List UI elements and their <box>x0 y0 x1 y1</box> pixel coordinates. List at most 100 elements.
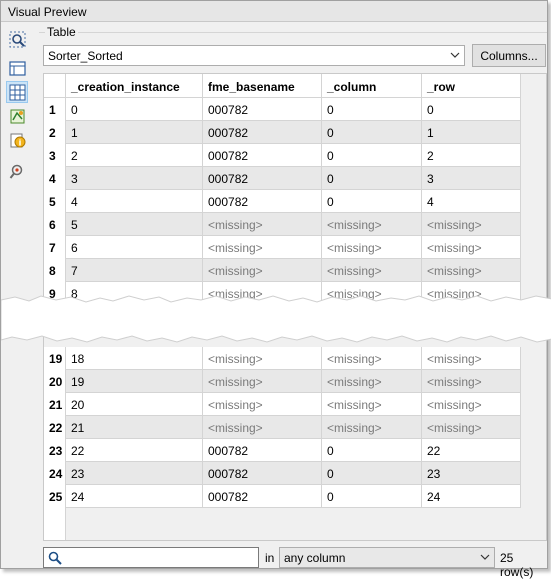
column-header[interactable]: fme_basename <box>203 74 322 98</box>
feature-info-icon[interactable]: i <box>6 129 28 151</box>
table-row[interactable]: 22 21 <missing> <missing> <missing> <box>44 416 521 439</box>
row-number[interactable]: 25 <box>44 485 66 508</box>
table-cell[interactable]: <missing> <box>322 213 422 236</box>
table-cell[interactable]: 22 <box>66 439 203 462</box>
table-row[interactable]: 1 0 000782 0 0 <box>44 98 521 121</box>
table-cell[interactable]: 19 <box>66 370 203 393</box>
table-cell[interactable]: 6 <box>66 236 203 259</box>
table-row[interactable]: 19 18 <missing> <missing> <missing> <box>44 347 521 370</box>
table-cell[interactable]: 23 <box>66 462 203 485</box>
row-number[interactable]: 20 <box>44 370 66 393</box>
column-header[interactable]: _row <box>422 74 521 98</box>
table-cell[interactable]: 5 <box>66 213 203 236</box>
table-cell[interactable]: <missing> <box>422 259 521 282</box>
table-cell[interactable]: 000782 <box>203 167 322 190</box>
table-cell[interactable]: <missing> <box>203 347 322 370</box>
search-field[interactable] <box>43 547 259 568</box>
table-cell[interactable]: 000782 <box>203 98 322 121</box>
table-cell[interactable]: <missing> <box>422 370 521 393</box>
table-cell[interactable]: 22 <box>422 439 521 462</box>
table-selector[interactable]: Sorter_Sorted <box>43 45 465 66</box>
table-cell[interactable]: 4 <box>66 190 203 213</box>
table-cell[interactable]: 2 <box>66 144 203 167</box>
row-number[interactable]: 6 <box>44 213 66 236</box>
table-cell[interactable]: <missing> <box>422 347 521 370</box>
row-number[interactable]: 21 <box>44 393 66 416</box>
table-cell[interactable]: <missing> <box>322 347 422 370</box>
table-cell[interactable]: <missing> <box>422 393 521 416</box>
column-filter-select[interactable]: any column <box>279 547 495 568</box>
graphics-view-icon[interactable] <box>6 105 28 127</box>
table-cell[interactable]: 0 <box>322 121 422 144</box>
table-cell[interactable]: 000782 <box>203 462 322 485</box>
table-view-icon[interactable] <box>6 57 28 79</box>
table-cell[interactable]: 000782 <box>203 439 322 462</box>
table-cell[interactable]: 24 <box>422 485 521 508</box>
grid-view-icon[interactable] <box>6 81 28 103</box>
row-number[interactable]: 24 <box>44 462 66 485</box>
column-header[interactable]: _column <box>322 74 422 98</box>
table-cell[interactable]: 0 <box>322 144 422 167</box>
table-cell[interactable]: 000782 <box>203 144 322 167</box>
table-cell[interactable]: 21 <box>66 416 203 439</box>
row-number[interactable]: 19 <box>44 347 66 370</box>
table-row[interactable]: 6 5 <missing> <missing> <missing> <box>44 213 521 236</box>
table-cell[interactable]: 24 <box>66 485 203 508</box>
table-cell[interactable]: <missing> <box>203 259 322 282</box>
table-cell[interactable]: 20 <box>66 393 203 416</box>
table-cell[interactable]: <missing> <box>203 370 322 393</box>
table-cell[interactable]: 1 <box>66 121 203 144</box>
table-cell[interactable]: 4 <box>422 190 521 213</box>
table-cell[interactable]: 2 <box>422 144 521 167</box>
table-cell[interactable]: 0 <box>322 167 422 190</box>
table-cell[interactable]: 3 <box>422 167 521 190</box>
table-cell[interactable]: 0 <box>322 190 422 213</box>
table-row[interactable]: 21 20 <missing> <missing> <missing> <box>44 393 521 416</box>
table-cell[interactable]: 0 <box>322 485 422 508</box>
table-row[interactable]: 24 23 000782 0 23 <box>44 462 521 485</box>
table-cell[interactable]: <missing> <box>322 416 422 439</box>
zoom-to-feature-icon[interactable] <box>6 28 28 50</box>
table-cell[interactable]: <missing> <box>422 416 521 439</box>
table-cell[interactable]: <missing> <box>322 370 422 393</box>
row-number[interactable]: 5 <box>44 190 66 213</box>
row-number[interactable]: 7 <box>44 236 66 259</box>
inspect-icon[interactable] <box>6 160 28 182</box>
table-cell[interactable]: 23 <box>422 462 521 485</box>
table-cell[interactable]: <missing> <box>203 236 322 259</box>
row-number[interactable]: 23 <box>44 439 66 462</box>
table-cell[interactable]: 1 <box>422 121 521 144</box>
table-cell[interactable]: <missing> <box>322 393 422 416</box>
table-row[interactable]: 4 3 000782 0 3 <box>44 167 521 190</box>
table-cell[interactable]: <missing> <box>422 213 521 236</box>
table-cell[interactable]: <missing> <box>203 213 322 236</box>
table-row[interactable]: 25 24 000782 0 24 <box>44 485 521 508</box>
table-cell[interactable]: 0 <box>322 462 422 485</box>
row-number[interactable]: 3 <box>44 144 66 167</box>
table-cell[interactable]: <missing> <box>422 236 521 259</box>
column-header[interactable]: _creation_instance <box>66 74 203 98</box>
row-number[interactable]: 4 <box>44 167 66 190</box>
table-cell[interactable]: 000782 <box>203 485 322 508</box>
table-cell[interactable]: 0 <box>322 439 422 462</box>
table-row[interactable]: 23 22 000782 0 22 <box>44 439 521 462</box>
table-cell[interactable]: <missing> <box>203 416 322 439</box>
table-cell[interactable]: <missing> <box>322 236 422 259</box>
columns-button[interactable]: Columns... <box>472 44 546 67</box>
table-cell[interactable]: 000782 <box>203 121 322 144</box>
table-row[interactable]: 20 19 <missing> <missing> <missing> <box>44 370 521 393</box>
row-number[interactable]: 2 <box>44 121 66 144</box>
row-number[interactable]: 1 <box>44 98 66 121</box>
table-row[interactable]: 8 7 <missing> <missing> <missing> <box>44 259 521 282</box>
table-cell[interactable]: 0 <box>322 98 422 121</box>
table-cell[interactable]: 18 <box>66 347 203 370</box>
table-row[interactable]: 3 2 000782 0 2 <box>44 144 521 167</box>
table-cell[interactable]: 0 <box>422 98 521 121</box>
table-row[interactable]: 7 6 <missing> <missing> <missing> <box>44 236 521 259</box>
table-row[interactable]: 2 1 000782 0 1 <box>44 121 521 144</box>
table-cell[interactable]: 7 <box>66 259 203 282</box>
table-cell[interactable]: <missing> <box>322 259 422 282</box>
table-cell[interactable]: 0 <box>66 98 203 121</box>
row-number[interactable]: 22 <box>44 416 66 439</box>
table-cell[interactable]: 000782 <box>203 190 322 213</box>
